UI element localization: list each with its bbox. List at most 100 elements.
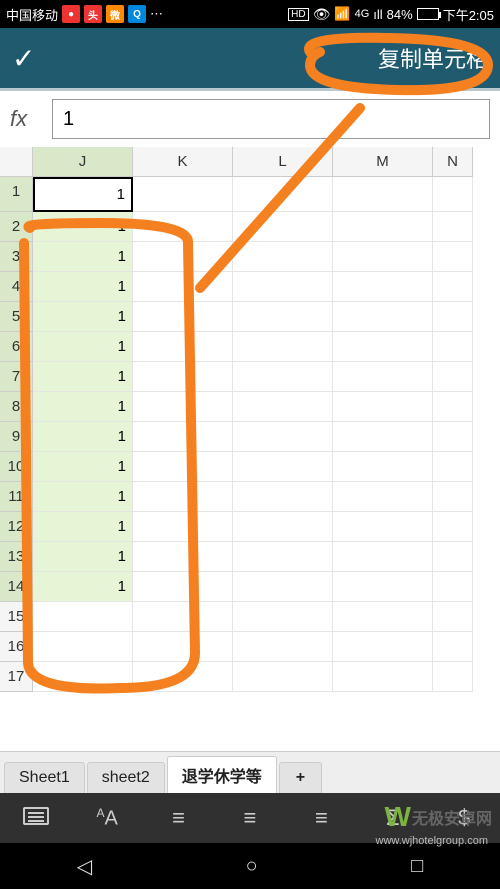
row-header[interactable]: 11 xyxy=(0,482,33,512)
cell[interactable] xyxy=(133,512,233,542)
tab-sheet1[interactable]: Sheet1 xyxy=(4,762,85,793)
row-header[interactable]: 5 xyxy=(0,302,33,332)
cell[interactable] xyxy=(233,452,333,482)
cell[interactable] xyxy=(133,392,233,422)
cell[interactable] xyxy=(233,272,333,302)
cell[interactable] xyxy=(433,177,473,212)
cell[interactable] xyxy=(333,332,433,362)
spreadsheet-grid[interactable]: J K L M N 112131415161718191101111121131… xyxy=(0,147,500,751)
cell[interactable] xyxy=(133,362,233,392)
col-header-l[interactable]: L xyxy=(233,147,333,177)
cell[interactable]: 1 xyxy=(33,542,133,572)
cell[interactable]: 1 xyxy=(33,392,133,422)
row-header[interactable]: 9 xyxy=(0,422,33,452)
cell[interactable] xyxy=(133,242,233,272)
cell[interactable] xyxy=(433,572,473,602)
cell[interactable] xyxy=(333,392,433,422)
col-header-m[interactable]: M xyxy=(333,147,433,177)
cell[interactable]: 1 xyxy=(33,452,133,482)
cell[interactable] xyxy=(333,177,433,212)
cell[interactable] xyxy=(233,362,333,392)
col-header-j[interactable]: J xyxy=(33,147,133,177)
cell[interactable] xyxy=(433,242,473,272)
cell[interactable] xyxy=(433,482,473,512)
cell[interactable] xyxy=(233,332,333,362)
cell[interactable] xyxy=(133,572,233,602)
row-header[interactable]: 7 xyxy=(0,362,33,392)
cell[interactable] xyxy=(433,212,473,242)
cell[interactable] xyxy=(133,272,233,302)
back-button[interactable]: ◁ xyxy=(77,854,92,879)
cell[interactable] xyxy=(433,392,473,422)
select-all-corner[interactable] xyxy=(0,147,33,177)
cell[interactable] xyxy=(133,662,233,692)
row-header[interactable]: 8 xyxy=(0,392,33,422)
cell[interactable] xyxy=(233,602,333,632)
row-header[interactable]: 16 xyxy=(0,632,33,662)
align-center-icon[interactable]: ≡ xyxy=(234,805,266,831)
row-header[interactable]: 17 xyxy=(0,662,33,692)
cell[interactable] xyxy=(333,482,433,512)
home-button[interactable]: ○ xyxy=(246,855,258,878)
cell[interactable]: 1 xyxy=(33,482,133,512)
tab-sheet2[interactable]: sheet2 xyxy=(87,762,165,793)
cell[interactable] xyxy=(333,452,433,482)
cell[interactable] xyxy=(233,242,333,272)
cell[interactable] xyxy=(333,602,433,632)
cell[interactable] xyxy=(333,662,433,692)
cell[interactable] xyxy=(333,302,433,332)
cell[interactable] xyxy=(233,572,333,602)
cell[interactable] xyxy=(233,212,333,242)
cell[interactable] xyxy=(133,602,233,632)
cell[interactable] xyxy=(133,542,233,572)
fx-label[interactable]: fx xyxy=(10,106,42,132)
cell[interactable] xyxy=(233,542,333,572)
cell[interactable] xyxy=(333,242,433,272)
row-header[interactable]: 3 xyxy=(0,242,33,272)
tab-dropout[interactable]: 退学休学等 xyxy=(167,756,277,793)
cell[interactable] xyxy=(133,482,233,512)
cell[interactable] xyxy=(233,302,333,332)
cell[interactable]: 1 xyxy=(33,332,133,362)
cell[interactable] xyxy=(433,602,473,632)
cell[interactable]: 1 xyxy=(33,362,133,392)
cell[interactable] xyxy=(233,392,333,422)
cell[interactable] xyxy=(333,542,433,572)
row-header[interactable]: 15 xyxy=(0,602,33,632)
cell[interactable] xyxy=(333,362,433,392)
align-left-icon[interactable]: ≡ xyxy=(163,805,195,831)
recent-button[interactable]: □ xyxy=(411,855,423,878)
row-header[interactable]: 13 xyxy=(0,542,33,572)
cell[interactable] xyxy=(333,422,433,452)
cell[interactable] xyxy=(333,212,433,242)
cell[interactable]: 1 xyxy=(33,572,133,602)
cell[interactable]: 1 xyxy=(33,272,133,302)
row-header[interactable]: 6 xyxy=(0,332,33,362)
cell[interactable] xyxy=(233,482,333,512)
align-right-icon[interactable]: ≡ xyxy=(305,805,337,831)
cell[interactable]: 1 xyxy=(33,302,133,332)
row-header[interactable]: 10 xyxy=(0,452,33,482)
cell[interactable] xyxy=(433,362,473,392)
add-sheet-button[interactable]: + xyxy=(279,762,322,793)
cell[interactable] xyxy=(133,302,233,332)
cell[interactable] xyxy=(433,452,473,482)
cell[interactable] xyxy=(133,332,233,362)
copy-cell-option[interactable]: 复制单元格 xyxy=(378,42,488,74)
cell[interactable] xyxy=(133,177,233,212)
row-header[interactable]: 14 xyxy=(0,572,33,602)
cell[interactable] xyxy=(433,332,473,362)
cell[interactable] xyxy=(433,512,473,542)
cell[interactable] xyxy=(333,512,433,542)
cell[interactable] xyxy=(33,602,133,632)
font-icon[interactable]: AA xyxy=(91,806,123,831)
cell[interactable] xyxy=(433,662,473,692)
row-header[interactable]: 4 xyxy=(0,272,33,302)
col-header-n[interactable]: N xyxy=(433,147,473,177)
cell[interactable] xyxy=(333,272,433,302)
confirm-button[interactable]: ✓ xyxy=(12,42,35,75)
cell[interactable] xyxy=(33,632,133,662)
formula-input[interactable] xyxy=(52,99,490,139)
cell[interactable] xyxy=(233,662,333,692)
cell[interactable] xyxy=(33,662,133,692)
